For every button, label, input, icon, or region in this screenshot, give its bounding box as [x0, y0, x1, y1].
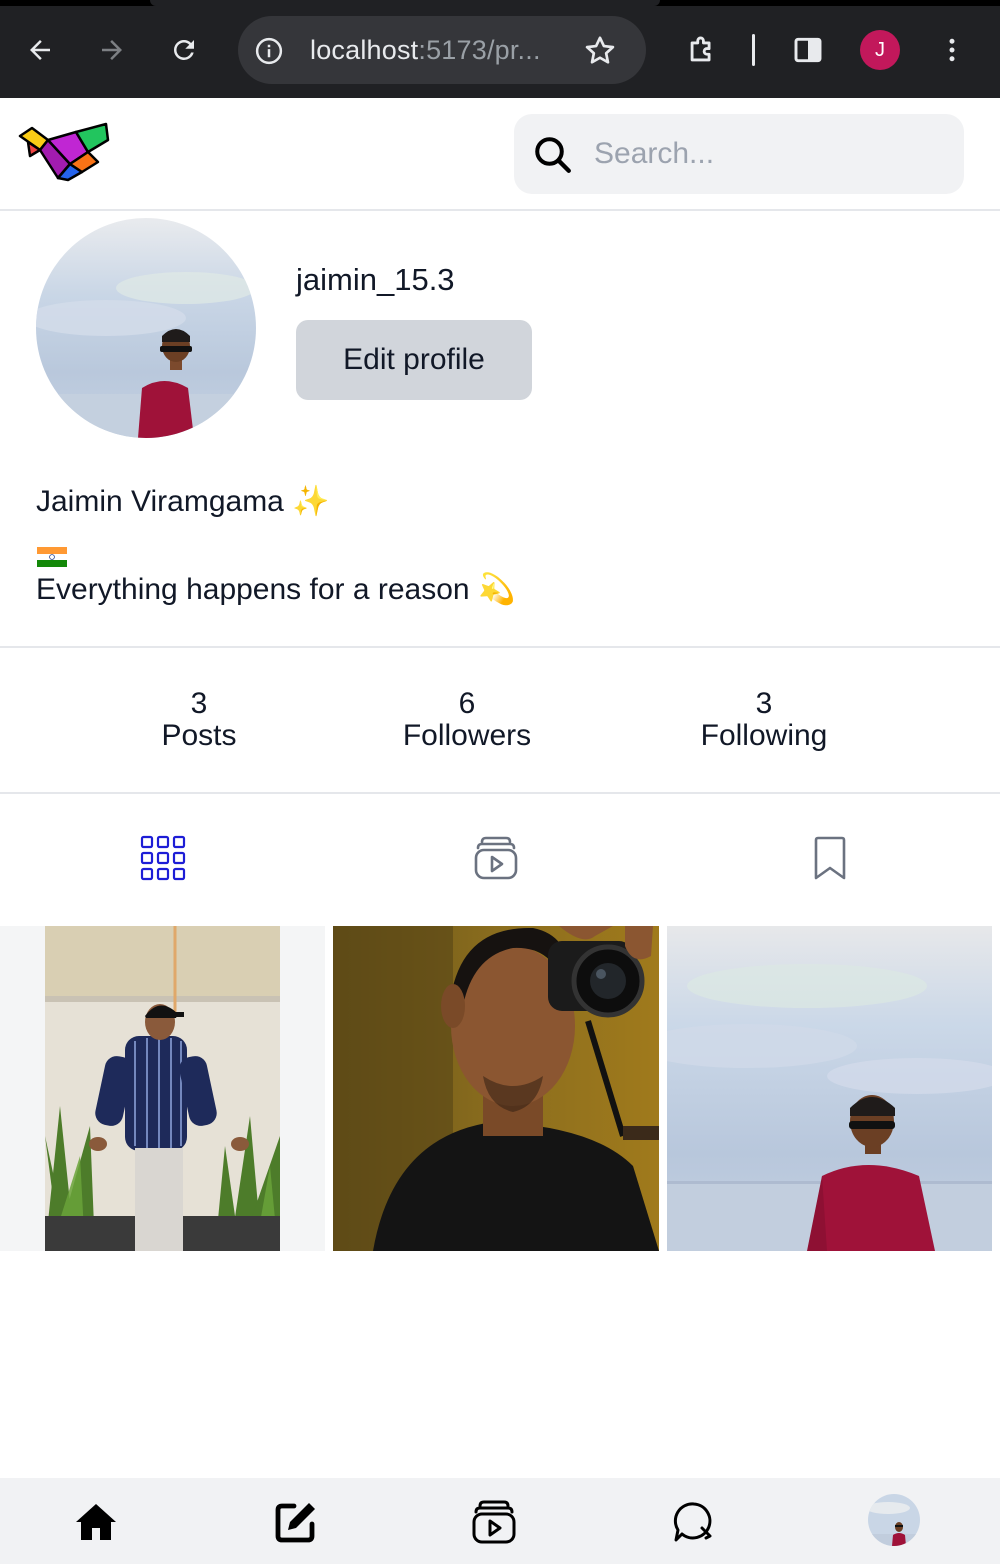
- app-header: [0, 98, 1000, 211]
- search-box[interactable]: [514, 114, 964, 194]
- url-host: localhost: [310, 35, 419, 65]
- saved-bookmark-icon: [814, 836, 846, 880]
- bottom-navigation: [0, 1478, 1000, 1564]
- edit-profile-button[interactable]: Edit profile: [296, 320, 532, 400]
- forward-arrow-icon[interactable]: [88, 26, 136, 74]
- posts-label: Posts: [161, 719, 237, 752]
- profile-avatar[interactable]: [36, 218, 256, 438]
- profile-username: jaimin_15.3: [296, 262, 455, 297]
- bookmark-star-icon[interactable]: [582, 33, 618, 69]
- followers-label: Followers: [402, 719, 532, 752]
- tab-reels[interactable]: [472, 834, 520, 882]
- following-label: Following: [700, 719, 828, 752]
- bio-flag: 🇮🇳: [37, 547, 67, 567]
- browser-profile-avatar[interactable]: J: [860, 30, 900, 70]
- url-path: :5173/pr...: [418, 35, 541, 65]
- extensions-icon[interactable]: [678, 26, 726, 74]
- search-icon: [532, 134, 574, 176]
- posts-count: 3: [190, 687, 208, 720]
- side-panel-icon[interactable]: [784, 26, 832, 74]
- reels-icon: [474, 836, 518, 880]
- back-arrow-icon[interactable]: [16, 26, 64, 74]
- bio-flag-text: 🇮🇳: [37, 547, 38, 548]
- search-input[interactable]: [594, 130, 934, 178]
- grid-icon: [140, 835, 186, 881]
- reels-icon[interactable]: [470, 1498, 518, 1546]
- tab-posts-grid[interactable]: [139, 834, 187, 882]
- home-icon[interactable]: [72, 1498, 120, 1546]
- origami-bird-logo[interactable]: [18, 122, 112, 184]
- profile-full-name: Jaimin Viramgama ✨: [36, 485, 330, 518]
- more-vert-icon[interactable]: [928, 26, 976, 74]
- profile-avatar[interactable]: [868, 1494, 920, 1546]
- reload-icon[interactable]: [160, 26, 208, 74]
- toolbar-separator: [752, 34, 755, 66]
- url-text: localhost:5173/pr...: [310, 35, 541, 66]
- posts-stat[interactable]: 3 Posts: [149, 688, 249, 752]
- section-divider: [0, 792, 1000, 794]
- following-count: 3: [755, 687, 773, 720]
- section-divider: [0, 646, 1000, 648]
- messages-icon[interactable]: [670, 1498, 718, 1546]
- profile-bio: Everything happens for a reason 💫: [36, 573, 516, 606]
- create-post-icon[interactable]: [272, 1498, 320, 1546]
- post-photo-2[interactable]: [333, 926, 659, 1251]
- tab-strip: [0, 0, 1000, 6]
- followers-stat[interactable]: 6 Followers: [387, 688, 547, 752]
- browser-toolbar: localhost:5173/pr... J: [0, 0, 1000, 98]
- address-bar[interactable]: localhost:5173/pr...: [238, 16, 646, 84]
- following-stat[interactable]: 3 Following: [684, 688, 844, 752]
- tab-saved[interactable]: [806, 834, 854, 882]
- site-info-icon[interactable]: [254, 36, 284, 66]
- post-photo-3[interactable]: [667, 926, 992, 1251]
- followers-count: 6: [458, 687, 476, 720]
- post-photo-1[interactable]: [0, 926, 325, 1251]
